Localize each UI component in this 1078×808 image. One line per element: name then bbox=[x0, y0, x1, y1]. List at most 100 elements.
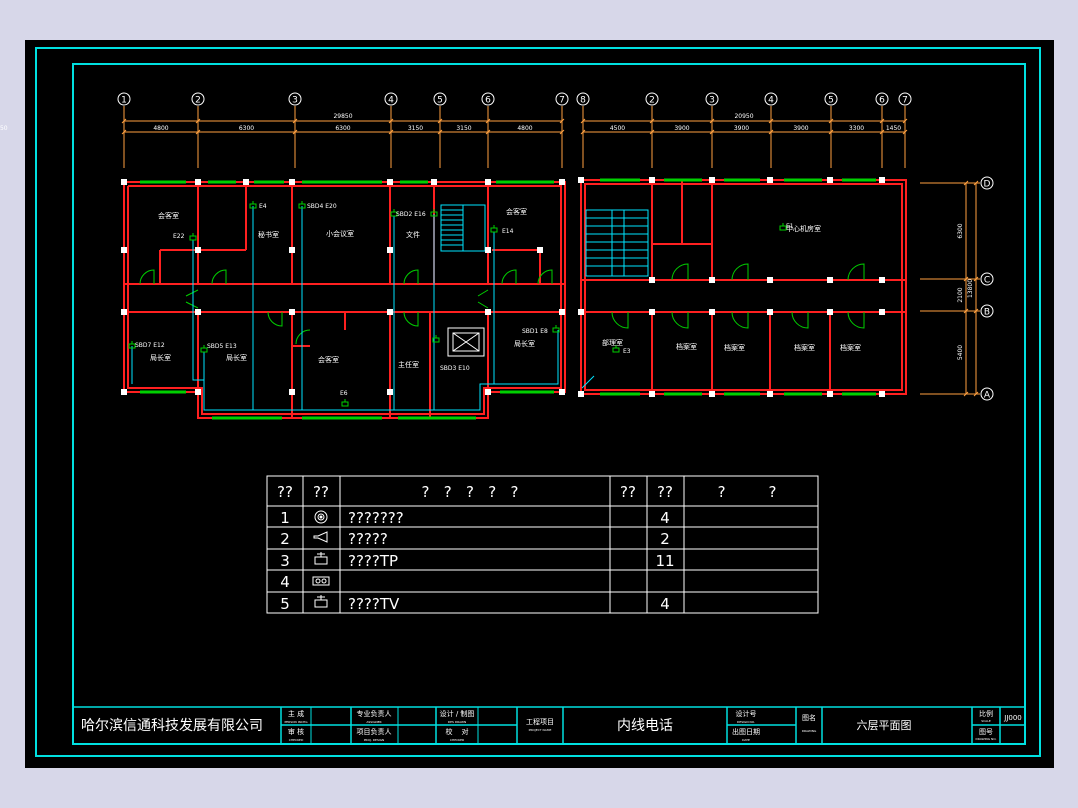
column bbox=[387, 179, 393, 185]
column bbox=[709, 277, 715, 283]
column bbox=[879, 177, 885, 183]
room-label: 小会议室 bbox=[326, 229, 354, 238]
column bbox=[485, 389, 491, 395]
room-label: 秘书室 bbox=[258, 230, 279, 239]
dimension-text: 6300 bbox=[239, 125, 254, 132]
legend-row-qty: 2 bbox=[660, 530, 670, 548]
column bbox=[649, 309, 655, 315]
column bbox=[289, 179, 295, 185]
title-block-text: 哈尔滨信通科技发展有限公司 主 成 PERSON INCHG 审 核 CHECK… bbox=[81, 709, 1022, 742]
outlet-label: E3 bbox=[623, 348, 631, 355]
room-label: 档案室 bbox=[794, 343, 815, 352]
svg-text:6: 6 bbox=[485, 96, 491, 106]
column bbox=[709, 309, 715, 315]
tb-label: 图名 bbox=[802, 713, 816, 722]
dimension-text: 4500 bbox=[610, 125, 625, 132]
column bbox=[578, 177, 584, 183]
legend-row-name: ????TV bbox=[348, 595, 400, 613]
tb-label: 图号 bbox=[979, 728, 993, 736]
dimension-text: 13800 bbox=[967, 279, 974, 298]
column bbox=[537, 247, 543, 253]
legend-header-cell: ?? bbox=[313, 483, 329, 501]
tb-label: 主 成 bbox=[288, 709, 304, 718]
legend-row-no: 2 bbox=[280, 530, 290, 548]
svg-text:1: 1 bbox=[121, 96, 127, 106]
axis-bubbles: 1 2 3 4 5 6 7 8 2 3 4 5 6 7 D C B A bbox=[117, 92, 994, 401]
dimension-text: 6300 bbox=[957, 223, 964, 238]
legend-row-qty: 11 bbox=[655, 552, 674, 570]
elevator bbox=[447, 327, 485, 357]
svg-text:4: 4 bbox=[388, 96, 394, 106]
column bbox=[649, 391, 655, 397]
axis-bubble-left: 3 bbox=[288, 92, 302, 106]
column bbox=[485, 309, 491, 315]
column bbox=[767, 309, 773, 315]
company-name: 哈尔滨信通科技发展有限公司 bbox=[81, 718, 263, 734]
legend-header: ?? ?? ? ? ? ? ? ?? ?? ? ? bbox=[277, 483, 776, 501]
legend-row-name: ????TP bbox=[348, 552, 398, 570]
axis-bubble-right: 5 bbox=[824, 92, 838, 106]
column bbox=[387, 389, 393, 395]
telephone-wiring bbox=[131, 206, 595, 411]
legend-row-name: ??????? bbox=[348, 509, 404, 527]
tb-sub: DATE bbox=[742, 738, 750, 742]
dimension-text: 29850 bbox=[333, 113, 352, 120]
dimension-text: 2100 bbox=[957, 287, 964, 302]
legend-icons bbox=[312, 510, 330, 608]
svg-text:5: 5 bbox=[437, 96, 443, 106]
svg-text:7: 7 bbox=[902, 96, 908, 106]
room-label: 档案室 bbox=[840, 343, 861, 352]
legend-header-cell: ? ? bbox=[718, 483, 777, 501]
room-label: 部理室 bbox=[602, 338, 623, 347]
axis-bubble-left: 7 bbox=[555, 92, 569, 106]
tb-label: 审 核 bbox=[288, 727, 304, 736]
axis-bubble-row: C bbox=[980, 272, 994, 286]
column bbox=[827, 277, 833, 283]
tb-sub: PERSON INCHG bbox=[284, 720, 308, 724]
dimension-text: 1350 bbox=[0, 125, 8, 132]
room-label: 会客室 bbox=[318, 355, 339, 364]
svg-text:2: 2 bbox=[195, 96, 201, 106]
tp-outlet-icon bbox=[314, 552, 328, 565]
dimension-text: 4800 bbox=[153, 125, 168, 132]
column bbox=[879, 277, 885, 283]
svg-text:3: 3 bbox=[709, 96, 715, 106]
svg-text:A: A bbox=[984, 391, 991, 401]
room-label: 档案室 bbox=[676, 342, 697, 351]
column bbox=[578, 391, 584, 397]
dimension-text: 4800 bbox=[517, 125, 532, 132]
column bbox=[827, 391, 833, 397]
svg-text:5: 5 bbox=[828, 96, 834, 106]
column bbox=[559, 389, 565, 395]
svg-text:4: 4 bbox=[768, 96, 774, 106]
tb-sub: PROJ. DESIGN bbox=[364, 738, 385, 742]
tv-outlet-icon bbox=[314, 595, 328, 608]
axis-bubble-left: 1 bbox=[117, 92, 131, 106]
column bbox=[709, 177, 715, 183]
axis-bubble-right: 8 bbox=[576, 92, 590, 106]
dimension-text: 3900 bbox=[734, 125, 749, 132]
tp-outlet-icon bbox=[490, 225, 498, 233]
tb-sub: DRAWING NO. bbox=[976, 737, 997, 741]
tb-label: 设计 / 制图 bbox=[440, 709, 475, 718]
tb-label: 校 对 bbox=[446, 727, 469, 736]
svg-text:C: C bbox=[984, 276, 990, 286]
left-stair bbox=[440, 204, 486, 252]
left-building bbox=[123, 181, 566, 419]
column bbox=[289, 247, 295, 253]
column bbox=[709, 391, 715, 397]
column bbox=[827, 177, 833, 183]
outlets bbox=[128, 201, 787, 407]
column bbox=[559, 179, 565, 185]
right-building bbox=[580, 179, 907, 395]
column bbox=[485, 179, 491, 185]
room-label: 文件 bbox=[406, 230, 420, 239]
dimension-text: 6300 bbox=[335, 125, 350, 132]
legend-row-no: 4 bbox=[280, 573, 290, 591]
column bbox=[578, 309, 584, 315]
tb-sub: ASSIGNER bbox=[366, 720, 381, 724]
tb-sub: SCALE bbox=[981, 719, 991, 723]
column bbox=[195, 389, 201, 395]
outlet-label: E4 bbox=[259, 203, 267, 210]
axis-bubble-left: 2 bbox=[191, 92, 205, 106]
